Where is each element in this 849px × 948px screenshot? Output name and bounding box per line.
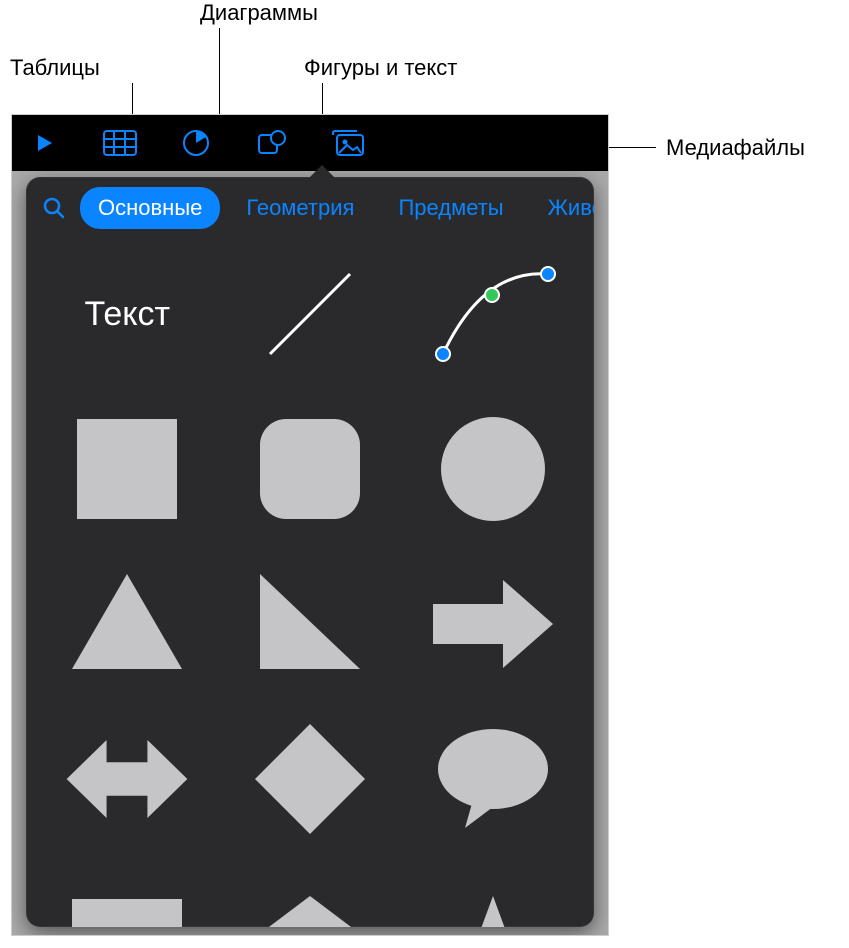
- shape-callout-box[interactable]: [62, 879, 192, 927]
- line-icon: [255, 259, 365, 369]
- shape-arrow-right[interactable]: [428, 569, 558, 679]
- triangle-icon: [67, 569, 187, 679]
- arrow-right-icon: [428, 574, 558, 674]
- square-icon: [72, 414, 182, 524]
- table-button[interactable]: [96, 119, 144, 167]
- callout-line: [219, 28, 220, 124]
- shape-diamond[interactable]: [245, 724, 375, 834]
- shape-triangle[interactable]: [62, 569, 192, 679]
- category-geometry[interactable]: Геометрия: [228, 187, 372, 229]
- app-screenshot-frame: Основные Геометрия Предметы Живо Текст: [12, 115, 608, 935]
- pentagon-icon: [255, 894, 365, 927]
- callout-tables-label: Таблицы: [10, 55, 100, 81]
- diamond-icon: [250, 719, 370, 839]
- shape-line[interactable]: [245, 259, 375, 369]
- text-shape-label: Текст: [85, 295, 171, 334]
- category-animals[interactable]: Живо: [530, 187, 594, 229]
- popover-arrow: [308, 165, 336, 179]
- toolbar: [12, 115, 608, 171]
- double-arrow-icon: [62, 729, 192, 829]
- search-icon: [42, 196, 66, 220]
- category-objects[interactable]: Предметы: [380, 187, 521, 229]
- right-triangle-icon: [255, 569, 365, 679]
- search-button[interactable]: [36, 190, 72, 226]
- shape-right-triangle[interactable]: [245, 569, 375, 679]
- shape-speech-bubble[interactable]: [428, 724, 558, 834]
- play-button[interactable]: [20, 119, 68, 167]
- shape-curve[interactable]: [428, 259, 558, 369]
- shape-circle[interactable]: [428, 414, 558, 524]
- speech-bubble-icon: [433, 724, 553, 834]
- callout-charts-label: Диаграммы: [200, 0, 318, 26]
- chart-button[interactable]: [172, 119, 220, 167]
- rounded-square-icon: [255, 414, 365, 524]
- circle-icon: [438, 414, 548, 524]
- category-basic[interactable]: Основные: [80, 187, 220, 229]
- shape-double-arrow[interactable]: [62, 724, 192, 834]
- shape-square[interactable]: [62, 414, 192, 524]
- shape-text[interactable]: Текст: [62, 259, 192, 369]
- callout-shapes-label: Фигуры и текст: [304, 55, 457, 81]
- star-icon: [433, 894, 553, 927]
- media-button[interactable]: [324, 119, 372, 167]
- shape-pentagon[interactable]: [245, 879, 375, 927]
- play-icon: [32, 131, 56, 155]
- callout-box-icon: [67, 894, 187, 927]
- shape-star[interactable]: [428, 879, 558, 927]
- shapes-grid: Текст: [26, 239, 594, 927]
- chart-icon: [182, 129, 210, 157]
- media-icon: [331, 129, 365, 157]
- shapes-button[interactable]: [248, 119, 296, 167]
- shape-rounded-square[interactable]: [245, 414, 375, 524]
- shape-category-row: Основные Геометрия Предметы Живо: [26, 177, 594, 239]
- curve-icon: [428, 259, 558, 369]
- table-icon: [103, 130, 137, 156]
- shape-icon: [257, 129, 287, 157]
- shapes-popover: Основные Геометрия Предметы Живо Текст: [26, 177, 594, 927]
- callout-media-label: Медиафайлы: [666, 135, 805, 161]
